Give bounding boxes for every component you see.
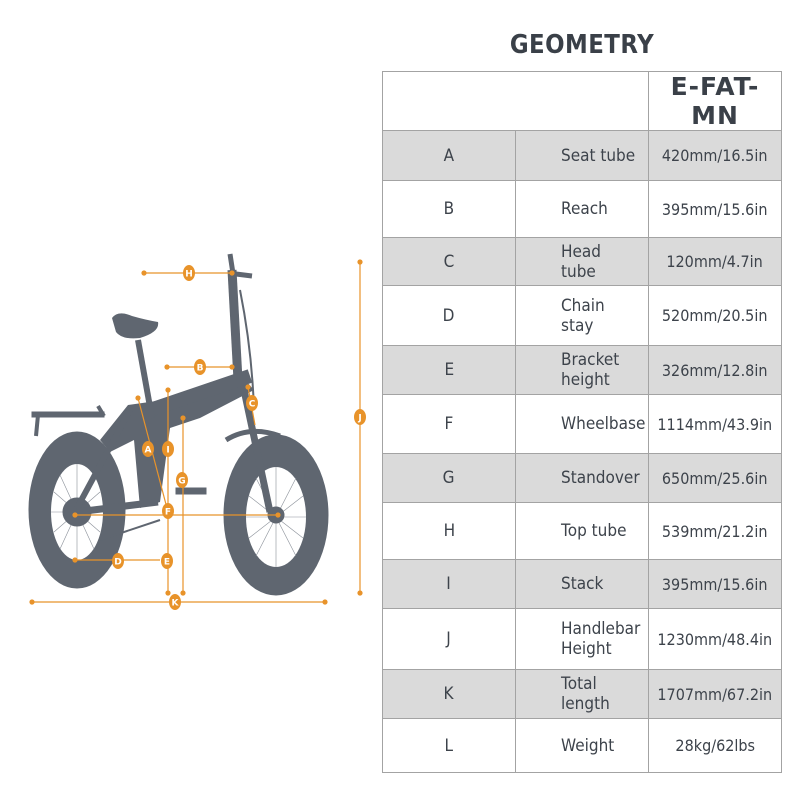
svg-text:H: H	[185, 270, 193, 280]
svg-text:C: C	[249, 400, 256, 410]
table-row: F Wheelbase 1114mm/43.9in	[382, 394, 782, 454]
row-value: 1114mm/43.9in	[648, 394, 782, 454]
marker-h: H	[183, 265, 195, 281]
table-row: I Stack 395mm/15.6in	[382, 559, 782, 609]
row-letter: F	[382, 394, 516, 454]
row-label: Wheelbase	[515, 394, 649, 454]
row-value: 395mm/15.6in	[648, 559, 782, 609]
row-label: Reach	[515, 180, 649, 238]
marker-c: C	[246, 395, 258, 411]
row-label: Stack	[515, 559, 649, 609]
rear-rack-strut	[34, 404, 106, 437]
table-row: H Top tube 539mm/21.2in	[382, 502, 782, 560]
svg-text:B: B	[197, 364, 204, 374]
row-letter: J	[382, 608, 516, 670]
table-header-row: E-FAT-MN	[382, 71, 782, 131]
table-row: J Handlebar Height 1230mm/48.4in	[382, 608, 782, 670]
row-label: Chain stay	[515, 285, 649, 346]
marker-f: F	[162, 503, 174, 519]
svg-text:J: J	[357, 414, 361, 424]
marker-a: A	[142, 441, 154, 457]
bike-geometry-diagram: H B C A I G F D E K J	[28, 253, 366, 610]
marker-j: J	[354, 409, 366, 425]
row-value: 28kg/62lbs	[648, 718, 782, 773]
row-letter: L	[382, 718, 516, 773]
svg-text:F: F	[165, 508, 171, 518]
model-header: E-FAT-MN	[648, 71, 782, 131]
row-value: 395mm/15.6in	[648, 180, 782, 238]
rear-rack	[31, 411, 105, 418]
table-row: L Weight 28kg/62lbs	[382, 718, 782, 773]
row-value: 420mm/16.5in	[648, 130, 782, 181]
svg-text:G: G	[178, 477, 185, 487]
table-row: B Reach 395mm/15.6in	[382, 180, 782, 238]
row-value: 1230mm/48.4in	[648, 608, 782, 670]
row-letter: B	[382, 180, 516, 238]
row-label: Weight	[515, 718, 649, 773]
row-value: 539mm/21.2in	[648, 502, 782, 560]
header-empty-cell	[382, 71, 649, 131]
handlebar	[227, 253, 253, 281]
table-row: A Seat tube 420mm/16.5in	[382, 130, 782, 181]
page-title: GEOMETRY	[509, 30, 655, 60]
row-value: 650mm/25.6in	[648, 453, 782, 503]
table-row: C Head tube 120mm/4.7in	[382, 237, 782, 286]
table-row: E Bracket height 326mm/12.8in	[382, 345, 782, 395]
marker-d: D	[112, 553, 124, 569]
row-label: Top tube	[515, 502, 649, 560]
svg-text:I: I	[166, 446, 169, 456]
row-letter: H	[382, 502, 516, 560]
saddle	[112, 313, 159, 339]
geometry-table: E-FAT-MN A Seat tube 420mm/16.5in B Reac…	[382, 71, 782, 773]
pedal	[175, 487, 207, 495]
row-label: Seat tube	[515, 130, 649, 181]
row-value: 120mm/4.7in	[648, 237, 782, 286]
row-label: Total length	[515, 669, 649, 719]
row-label: Standover	[515, 453, 649, 503]
marker-k: K	[169, 594, 181, 610]
svg-text:K: K	[172, 599, 180, 609]
row-label: Head tube	[515, 237, 649, 286]
table-row: G Standover 650mm/25.6in	[382, 453, 782, 503]
row-letter: I	[382, 559, 516, 609]
row-value: 326mm/12.8in	[648, 345, 782, 395]
row-label: Handlebar Height	[515, 608, 649, 670]
row-value: 1707mm/67.2in	[648, 669, 782, 719]
table-row: K Total length 1707mm/67.2in	[382, 669, 782, 719]
marker-b: B	[194, 359, 206, 375]
svg-text:A: A	[145, 446, 152, 456]
row-letter: C	[382, 237, 516, 286]
svg-text:D: D	[114, 558, 121, 568]
row-letter: K	[382, 669, 516, 719]
marker-i: I	[162, 441, 174, 457]
row-value: 520mm/20.5in	[648, 285, 782, 346]
row-label: Bracket height	[515, 345, 649, 395]
stem	[227, 269, 243, 381]
bike-silhouette	[28, 253, 329, 596]
row-letter: D	[382, 285, 516, 346]
marker-g: G	[176, 472, 188, 488]
row-letter: E	[382, 345, 516, 395]
row-letter: G	[382, 453, 516, 503]
table-row: D Chain stay 520mm/20.5in	[382, 285, 782, 346]
row-letter: A	[382, 130, 516, 181]
marker-e: E	[161, 553, 173, 569]
svg-text:E: E	[164, 558, 170, 568]
